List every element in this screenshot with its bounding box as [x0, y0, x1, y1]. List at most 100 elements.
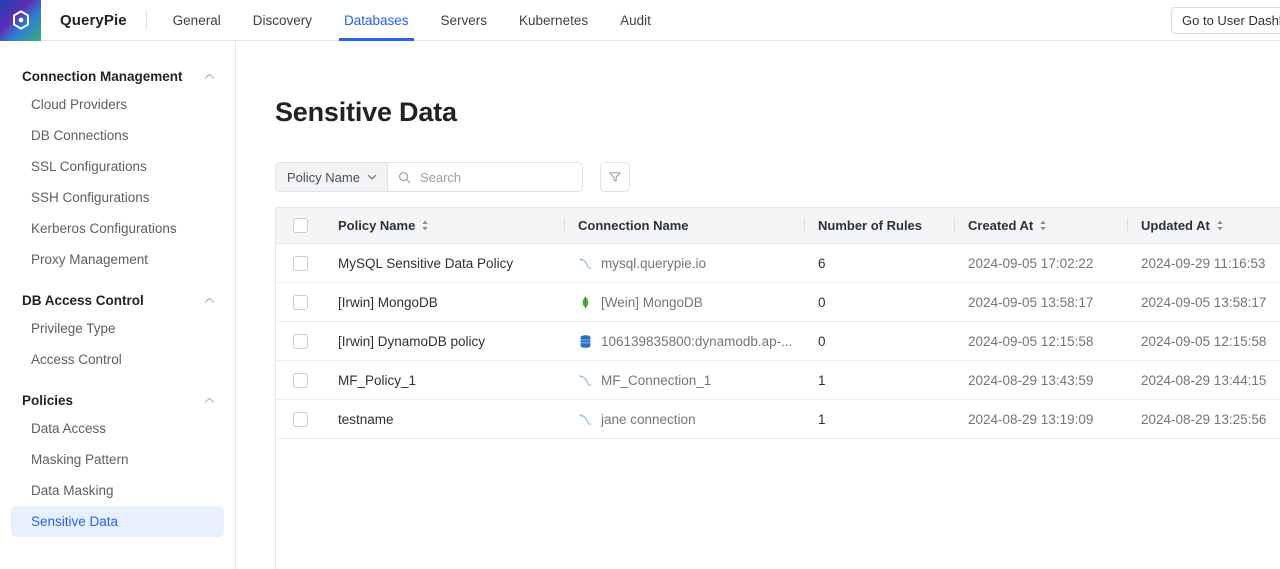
cell-policy-name: MySQL Sensitive Data Policy	[324, 244, 564, 283]
sidebar-spacer-1	[0, 275, 235, 287]
nav-item-discovery[interactable]: Discovery	[237, 0, 328, 41]
column-header-policy-name[interactable]: Policy Name	[324, 208, 564, 244]
column-label: Updated At	[1141, 218, 1210, 233]
row-select-cell	[276, 283, 324, 322]
updated-at-text: 2024-08-29 13:44:15	[1141, 373, 1266, 388]
sidebar-item-data-masking[interactable]: Data Masking	[11, 475, 224, 506]
sidebar-group-label: Policies	[22, 393, 73, 408]
created-at-text: 2024-08-29 13:43:59	[968, 373, 1093, 388]
brand-divider	[146, 10, 147, 30]
cell-policy-name: [Irwin] MongoDB	[324, 283, 564, 322]
table-header-row: Policy Name Connection Name N	[276, 208, 1280, 244]
sidebar-item-sensitive-data[interactable]: Sensitive Data	[11, 506, 224, 537]
connection-name-text: MF_Connection_1	[601, 373, 711, 388]
sidebar-item-ssh-configurations[interactable]: SSH Configurations	[11, 182, 224, 213]
policy-name-text: MF_Policy_1	[338, 373, 416, 388]
table-row[interactable]: MySQL Sensitive Data Policy mysql.queryp…	[276, 244, 1280, 283]
chevron-down-icon	[367, 174, 377, 180]
column-label: Policy Name	[338, 218, 415, 233]
row-select-cell	[276, 244, 324, 283]
cell-created-at: 2024-08-29 13:43:59	[954, 361, 1127, 400]
sidebar-item-db-connections[interactable]: DB Connections	[11, 120, 224, 151]
go-to-user-dashboard-button[interactable]: Go to User Dashboard	[1171, 7, 1280, 34]
cell-policy-name: [Irwin] DynamoDB policy	[324, 322, 564, 361]
nav-item-kubernetes[interactable]: Kubernetes	[503, 0, 604, 41]
sort-icon	[1216, 220, 1224, 231]
app-logo[interactable]	[0, 0, 41, 41]
row-checkbox[interactable]	[293, 412, 308, 427]
sidebar-group-policies[interactable]: Policies	[22, 387, 215, 413]
sidebar-item-proxy-management[interactable]: Proxy Management	[11, 244, 224, 275]
number-of-rules-text: 0	[818, 334, 826, 349]
mongodb-icon	[578, 295, 593, 310]
cell-connection-name: [Wein] MongoDB	[564, 283, 804, 322]
row-checkbox[interactable]	[293, 334, 308, 349]
sidebar-group-db-access-control[interactable]: DB Access Control	[22, 287, 215, 313]
connection-name-text: [Wein] MongoDB	[601, 295, 703, 310]
policy-name-text: [Irwin] MongoDB	[338, 295, 438, 310]
search-icon	[398, 171, 411, 184]
sort-icon	[1039, 220, 1047, 231]
cell-created-at: 2024-09-05 17:02:22	[954, 244, 1127, 283]
updated-at-text: 2024-08-29 13:25:56	[1141, 412, 1266, 427]
row-select-cell	[276, 361, 324, 400]
policy-name-select[interactable]: Policy Name	[275, 162, 387, 192]
row-checkbox[interactable]	[293, 256, 308, 271]
sidebar-item-kerberos-configurations[interactable]: Kerberos Configurations	[11, 213, 224, 244]
table-row[interactable]: [Irwin] DynamoDB policy 106139835800:dyn…	[276, 322, 1280, 361]
funnel-icon	[608, 170, 622, 184]
sidebar-group-connection-management[interactable]: Connection Management	[22, 63, 215, 89]
search-input[interactable]	[418, 169, 568, 186]
sidebar-item-ssl-configurations[interactable]: SSL Configurations	[11, 151, 224, 182]
nav-item-audit[interactable]: Audit	[604, 0, 667, 41]
nav-item-general[interactable]: General	[157, 0, 237, 41]
sidebar-item-masking-pattern[interactable]: Masking Pattern	[11, 444, 224, 475]
created-at-text: 2024-09-05 12:15:58	[968, 334, 1093, 349]
policy-name-text: testname	[338, 412, 394, 427]
column-header-number-of-rules[interactable]: Number of Rules	[804, 208, 954, 244]
column-label: Number of Rules	[818, 218, 922, 233]
cell-number-of-rules: 1	[804, 361, 954, 400]
sidebar-item-data-access[interactable]: Data Access	[11, 413, 224, 444]
filter-button[interactable]	[600, 162, 630, 192]
chevron-up-icon	[204, 297, 215, 304]
sort-icon	[421, 220, 429, 231]
chevron-up-icon	[204, 397, 215, 404]
column-label: Connection Name	[578, 218, 689, 233]
sidebar-item-access-control[interactable]: Access Control	[11, 344, 224, 375]
cell-updated-at: 2024-09-29 11:16:53	[1127, 244, 1280, 283]
number-of-rules-text: 0	[818, 295, 826, 310]
cell-created-at: 2024-09-05 13:58:17	[954, 283, 1127, 322]
table-row[interactable]: MF_Policy_1 MF_Connection_1 1 2024-08-29…	[276, 361, 1280, 400]
sensitive-data-table: Policy Name Connection Name N	[275, 207, 1280, 569]
cell-policy-name: testname	[324, 400, 564, 439]
sidebar-item-privilege-type[interactable]: Privilege Type	[11, 313, 224, 344]
column-header-created-at[interactable]: Created At	[954, 208, 1127, 244]
table-row[interactable]: [Irwin] MongoDB [Wein] MongoDB 0 2024-09…	[276, 283, 1280, 322]
select-all-checkbox[interactable]	[293, 218, 308, 233]
connection-name-text: jane connection	[601, 412, 696, 427]
column-header-connection-name[interactable]: Connection Name	[564, 208, 804, 244]
cell-number-of-rules: 6	[804, 244, 954, 283]
policy-name-text: [Irwin] DynamoDB policy	[338, 334, 485, 349]
filter-bar: Policy Name	[275, 162, 630, 192]
nav-item-servers[interactable]: Servers	[425, 0, 504, 41]
sidebar-item-cloud-providers[interactable]: Cloud Providers	[11, 89, 224, 120]
nav-item-databases[interactable]: Databases	[328, 0, 425, 41]
column-header-updated-at[interactable]: Updated At	[1127, 208, 1280, 244]
top-navigation-bar: QueryPie General Discovery Databases Ser…	[0, 0, 1280, 41]
search-box[interactable]	[387, 162, 583, 192]
row-checkbox[interactable]	[293, 373, 308, 388]
table-row[interactable]: testname jane connection 1 2024-08-29 13…	[276, 400, 1280, 439]
created-at-text: 2024-09-05 13:58:17	[968, 295, 1093, 310]
cell-updated-at: 2024-08-29 13:25:56	[1127, 400, 1280, 439]
cell-number-of-rules: 0	[804, 283, 954, 322]
sidebar: Connection Management Cloud Providers DB…	[0, 41, 236, 569]
table-body: MySQL Sensitive Data Policy mysql.queryp…	[276, 244, 1280, 439]
row-checkbox[interactable]	[293, 295, 308, 310]
page-title: Sensitive Data	[275, 97, 457, 128]
cell-updated-at: 2024-09-05 12:15:58	[1127, 322, 1280, 361]
column-label: Created At	[968, 218, 1033, 233]
mysql-icon	[578, 373, 593, 388]
cell-updated-at: 2024-09-05 13:58:17	[1127, 283, 1280, 322]
